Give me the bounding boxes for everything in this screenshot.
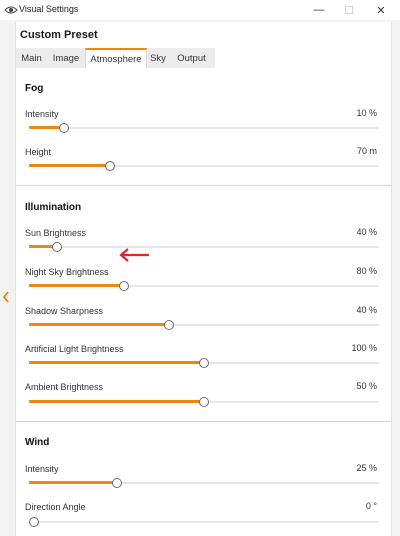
section-title-illumination: Illumination [25,202,82,213]
tab-label: Main [21,52,42,64]
night-sky-brightness-value: 80 % [356,266,377,276]
tab-output[interactable]: Output [169,48,214,68]
tab-label: Output [177,52,206,64]
slider-thumb[interactable] [199,397,209,407]
section-title-wind: Wind [25,437,50,448]
eye-icon [4,6,18,14]
tab-bar: Main Image Atmosphere Sky Output [16,48,392,68]
settings-panel: Custom Preset Main Image Atmosphere Sky … [15,22,392,536]
wind-intensity-value: 25 % [356,463,377,473]
slider-thumb[interactable] [29,517,39,527]
slider-track [29,127,379,129]
preset-title: Custom Preset [20,29,98,41]
artificial-light-brightness-label: Artificial Light Brightness [25,344,124,354]
slider-thumb[interactable] [59,123,69,133]
slider-thumb[interactable] [199,358,209,368]
tab-label: Atmosphere [90,53,142,65]
fog-height-value: 70 m [356,146,377,156]
night-sky-brightness-label: Night Sky Brightness [25,267,109,277]
tab-label: Image [52,52,80,64]
slider-thumb[interactable] [104,161,115,171]
ambient-brightness-value: 50 % [356,381,377,391]
sun-brightness-label: Sun Brightness [25,228,87,238]
artificial-light-brightness-slider[interactable] [29,358,379,368]
maximize-icon: ☐ [344,4,354,17]
sun-brightness-slider[interactable] [29,242,379,252]
slider-fill [29,481,117,484]
wind-direction-angle-slider[interactable] [29,517,379,527]
tab-sky[interactable]: Sky [147,48,169,68]
slider-fill [29,284,124,287]
section-divider [16,421,392,422]
minimize-icon: — [313,4,325,16]
window-title: Visual Settings [19,4,79,14]
artificial-light-brightness-value: 100 % [351,343,377,353]
ambient-brightness-label: Ambient Brightness [25,382,104,392]
slider-thumb[interactable] [118,281,129,291]
shadow-sharpness-label: Shadow Sharpness [25,306,104,316]
shadow-sharpness-value: 40 % [356,305,377,315]
slider-thumb[interactable] [164,320,174,330]
slider-track [29,246,379,248]
red-arrow-left-icon [119,248,149,262]
slider-track [29,521,379,523]
chevron-left-icon[interactable] [1,290,11,304]
fog-intensity-slider[interactable] [29,123,379,133]
ambient-brightness-slider[interactable] [29,397,379,407]
close-icon: ✕ [376,4,386,17]
fog-height-label: Height [25,147,52,157]
window-title-bar: Visual Settings — ☐ ✕ [0,0,400,20]
wind-intensity-slider[interactable] [29,478,379,488]
slider-fill [29,361,204,364]
slider-fill [29,164,110,167]
night-sky-brightness-slider[interactable] [29,281,379,291]
shadow-sharpness-slider[interactable] [29,320,379,330]
slider-thumb[interactable] [111,478,122,488]
sun-brightness-value: 40 % [356,227,377,237]
tab-atmosphere[interactable]: Atmosphere [85,48,147,68]
slider-fill [29,400,204,403]
fog-intensity-label: Intensity [25,109,59,119]
fog-height-slider[interactable] [29,161,379,171]
section-divider [16,185,392,186]
tab-main[interactable]: Main [16,48,47,68]
fog-intensity-value: 10 % [356,108,377,118]
tab-image[interactable]: Image [47,48,85,68]
section-title-fog: Fog [25,83,44,94]
wind-direction-angle-value: 0 ° [365,501,377,511]
slider-fill [29,323,169,326]
slider-thumb[interactable] [52,242,62,252]
close-button[interactable]: ✕ [367,0,395,20]
maximize-button[interactable]: ☐ [335,0,363,20]
wind-direction-angle-label: Direction Angle [25,502,86,512]
wind-intensity-label: Intensity [25,464,59,474]
tab-label: Sky [150,52,166,64]
minimize-button[interactable]: — [305,0,333,20]
